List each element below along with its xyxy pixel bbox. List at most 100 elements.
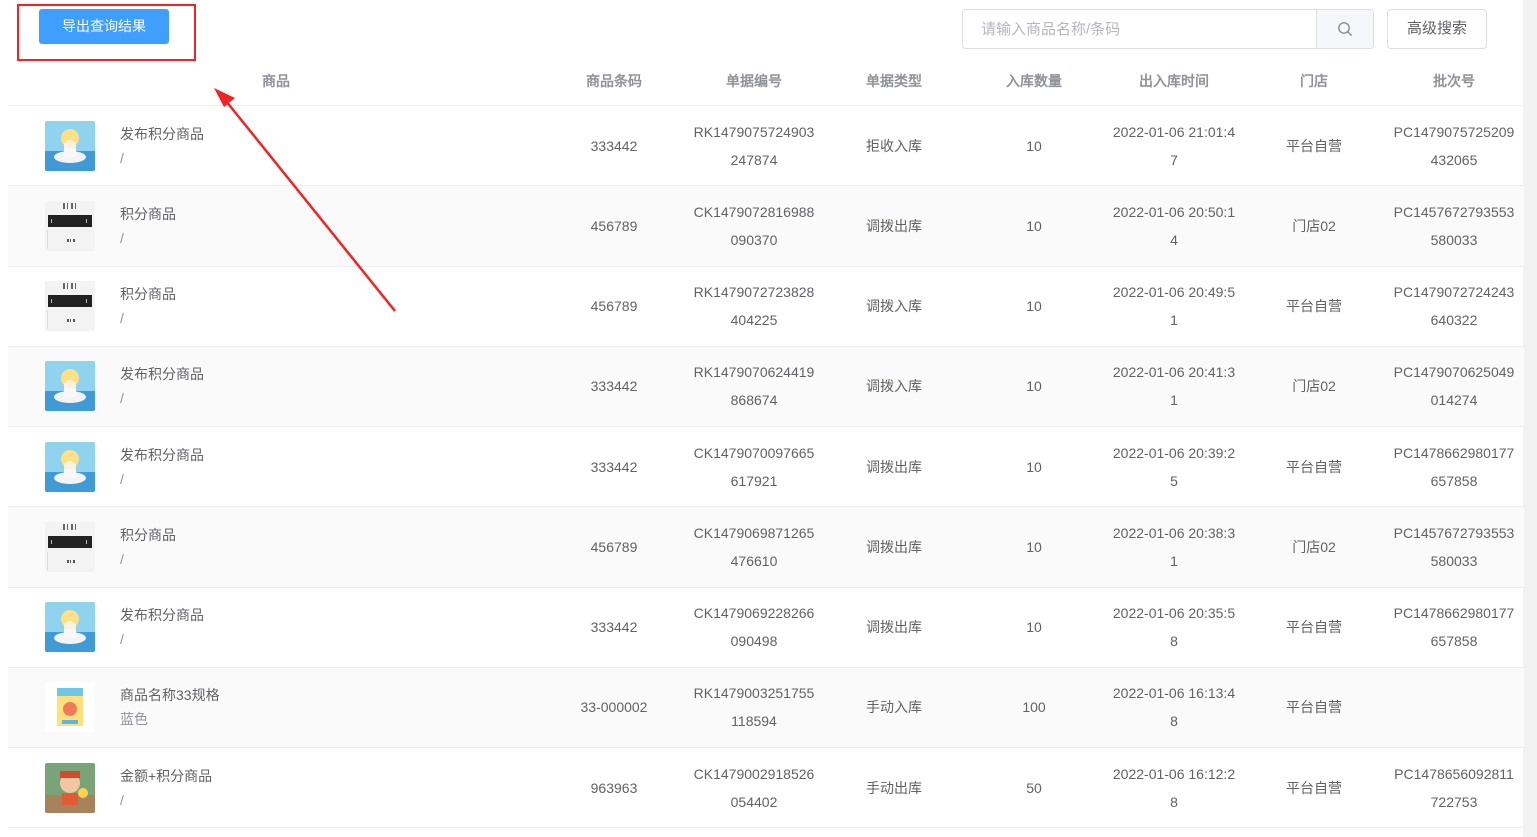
qty-cell: 10 [1026, 538, 1042, 555]
barcode-cell: 333442 [590, 378, 638, 395]
store-cell: 平台自营 [1286, 779, 1342, 796]
time-text: 2022-01-06 20:49:51 [1112, 284, 1236, 329]
doc-type-cell: 手动出库 [866, 779, 922, 796]
product-name: 发布积分商品 [120, 607, 204, 624]
doc-type-cell: 调拨入库 [866, 378, 922, 395]
doc-no-cell: CK1479069871265476610 [684, 519, 824, 575]
store-cell: 平台自营 [1286, 298, 1342, 315]
goods-cell: 商品名称33规格 蓝色 [8, 682, 544, 733]
search-icon [1338, 22, 1352, 36]
stock-record-table: 商品 商品条码 单据编号 单据类型 入库数量 出入库时间 门店 批次号 发布积分… [8, 57, 1524, 829]
search-box [962, 9, 1374, 49]
product-spec: / [120, 310, 124, 327]
time-cell: 2022-01-06 20:49:51 [1104, 278, 1244, 334]
product-spec: / [120, 631, 124, 648]
batch-cell: PC1457672793553580033 [1384, 519, 1524, 575]
time-text: 2022-01-06 20:50:14 [1112, 203, 1236, 248]
batch-text: PC1479070625049014274 [1393, 364, 1515, 409]
product-spec: 蓝色 [120, 711, 148, 728]
time-cell: 2022-01-06 20:38:31 [1104, 519, 1244, 575]
search-button[interactable] [1316, 10, 1373, 48]
header-doc-no: 单据编号 [726, 73, 782, 89]
doc-type-cell: 调拨出库 [866, 217, 922, 234]
time-cell: 2022-01-06 16:13:48 [1104, 679, 1244, 735]
qty-cell: 10 [1026, 619, 1042, 636]
product-name: 发布积分商品 [120, 125, 204, 142]
batch-text: PC1479072724243640322 [1393, 284, 1515, 329]
store-cell: 门店02 [1292, 538, 1336, 555]
batch-cell: PC1478662980177657858 [1384, 599, 1524, 655]
goods-cell: 发布积分商品 / [8, 120, 544, 171]
product-spec: / [120, 791, 124, 808]
product-name: 金额+积分商品 [120, 767, 213, 784]
time-cell: 2022-01-06 20:50:14 [1104, 198, 1244, 254]
store-cell: 门店02 [1292, 217, 1336, 234]
header-doc-type: 单据类型 [866, 73, 922, 89]
product-thumbnail [45, 361, 95, 412]
doc-no-cell: CK1479069228266090498 [684, 599, 824, 655]
doc-no-text: CK1479069228266090498 [693, 605, 815, 650]
time-cell: 2022-01-06 20:41:31 [1104, 358, 1244, 414]
barcode-cell: 333442 [590, 619, 638, 636]
product-thumbnail [45, 521, 95, 572]
doc-no-cell: RK1479070624419868674 [684, 358, 824, 414]
time-text: 2022-01-06 20:35:58 [1112, 605, 1236, 650]
store-cell: 平台自营 [1286, 699, 1342, 716]
export-results-button[interactable]: 导出查询结果 [39, 9, 169, 44]
batch-cell: PC1479072724243640322 [1384, 278, 1524, 334]
doc-no-text: RK1479003251755118594 [693, 685, 815, 730]
doc-type-cell: 调拨出库 [866, 619, 922, 636]
store-cell: 平台自营 [1286, 619, 1342, 636]
doc-no-text: CK1479002918526054402 [693, 765, 815, 810]
table-body: 发布积分商品 / 333442 RK1479075724903247874 拒收… [8, 106, 1524, 829]
product-thumbnail [45, 441, 95, 492]
table-row: 积分商品 / 456789 RK1479072723828404225 调拨入库… [8, 267, 1524, 347]
doc-type-cell: 调拨出库 [866, 538, 922, 555]
product-name: 商品名称33规格 [120, 687, 220, 704]
doc-no-cell: RK1479003251755118594 [684, 679, 824, 735]
doc-no-cell: RK1479075724903247874 [684, 118, 824, 174]
page-edge [1523, 0, 1537, 837]
doc-type-cell: 手动入库 [866, 699, 922, 716]
doc-no-cell: CK1479070097665617921 [684, 439, 824, 495]
advanced-search-button[interactable]: 高级搜索 [1387, 9, 1487, 49]
batch-cell: PC1457672793553580033 [1384, 198, 1524, 254]
product-name: 发布积分商品 [120, 366, 204, 383]
table-row: 发布积分商品 / 333442 RK1479075724903247874 拒收… [8, 106, 1524, 187]
table-row: 发布积分商品 / 333442 CK1479069228266090498 调拨… [8, 588, 1524, 668]
barcode-cell: 333442 [590, 458, 638, 475]
header-time: 出入库时间 [1139, 73, 1209, 89]
product-spec: / [120, 149, 124, 166]
batch-text: PC1457672793553580033 [1393, 203, 1515, 248]
header-barcode: 商品条码 [586, 73, 642, 89]
batch-text: PC1479075725209432065 [1393, 123, 1515, 168]
barcode-cell: 963963 [590, 779, 638, 796]
time-cell: 2022-01-06 20:39:25 [1104, 439, 1244, 495]
product-spec: / [120, 390, 124, 407]
batch-cell: PC1479075725209432065 [1384, 118, 1524, 174]
product-spec: / [120, 229, 124, 246]
batch-text: PC1457672793553580033 [1393, 524, 1515, 569]
doc-type-cell: 调拨入库 [866, 298, 922, 315]
store-cell: 平台自营 [1286, 458, 1342, 475]
header-batch: 批次号 [1433, 73, 1475, 89]
doc-type-cell: 拒收入库 [866, 137, 922, 154]
batch-cell: PC1478662980177657858 [1384, 439, 1524, 495]
goods-cell: 积分商品 / [8, 521, 544, 572]
product-name: 积分商品 [120, 205, 176, 222]
goods-cell: 金额+积分商品 / [8, 762, 544, 813]
qty-cell: 10 [1026, 298, 1042, 315]
product-thumbnail [45, 762, 95, 813]
batch-cell: PC1479070625049014274 [1384, 358, 1524, 414]
batch-text: PC1478662980177657858 [1393, 444, 1515, 489]
time-cell: 2022-01-06 21:01:47 [1104, 118, 1244, 174]
product-thumbnail [45, 281, 95, 332]
table-row: 积分商品 / 456789 CK1479069871265476610 调拨出库… [8, 507, 1524, 588]
header-store: 门店 [1300, 73, 1328, 89]
doc-no-text: RK1479075724903247874 [693, 123, 815, 168]
doc-no-cell: CK1479072816988090370 [684, 198, 824, 254]
search-input[interactable] [963, 10, 1316, 48]
time-text: 2022-01-06 16:12:28 [1112, 765, 1236, 810]
stock-record-page: 导出查询结果 高级搜索 商品 商品条码 单据编号 单据类型 入库数量 出入库时间… [0, 0, 1537, 837]
time-cell: 2022-01-06 20:35:58 [1104, 599, 1244, 655]
